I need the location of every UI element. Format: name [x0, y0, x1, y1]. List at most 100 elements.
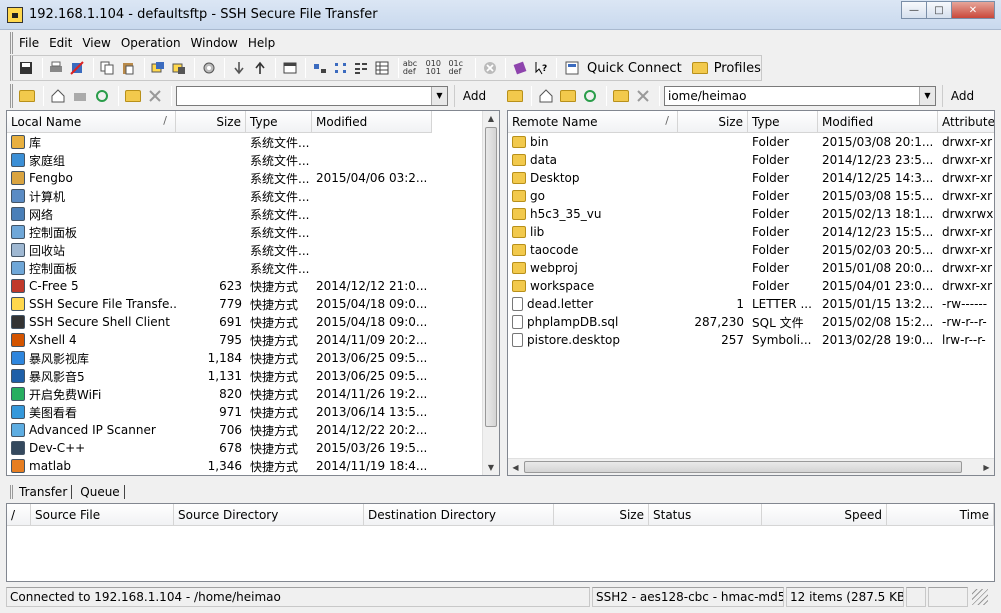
menu-operation[interactable]: Operation [121, 36, 181, 50]
chevron-down-icon[interactable]: ▼ [919, 87, 935, 105]
small-icons-icon[interactable] [331, 58, 350, 78]
table-row[interactable]: 美图看看 971 快捷方式 2013/06/14 13:5... [7, 403, 432, 421]
scroll-left-icon[interactable]: ◀ [508, 459, 523, 475]
pane-splitter[interactable] [500, 110, 507, 476]
table-row[interactable]: webproj Folder 2015/01/08 20:0... drwxr-xr [508, 259, 994, 277]
table-row[interactable]: go Folder 2015/03/08 15:5... drwxr-xr [508, 187, 994, 205]
table-row[interactable]: h5c3_35_vu Folder 2015/02/13 18:1... drwxrw… [508, 205, 994, 223]
remote-refresh-icon[interactable] [580, 86, 600, 106]
minimize-button[interactable]: — [901, 1, 927, 19]
close-button[interactable]: ✕ [951, 1, 995, 19]
queue-col-status[interactable]: Status [649, 504, 762, 526]
binary-mode-icon[interactable]: 010 101 [426, 58, 447, 78]
profiles-button[interactable]: Profiles [691, 61, 761, 76]
local-col-modified[interactable]: Modified [312, 111, 432, 133]
remote-delete-icon[interactable] [633, 86, 653, 106]
remote-add-button[interactable]: Add [942, 85, 982, 107]
table-row[interactable]: 回收站 系统文件... [7, 241, 432, 259]
table-row[interactable]: workspace Folder 2015/04/01 23:0... drwxr-x… [508, 277, 994, 295]
settings-icon[interactable] [199, 58, 218, 78]
resize-grip-icon[interactable] [972, 589, 988, 605]
table-row[interactable]: 开启免费WiFi 820 快捷方式 2014/11/26 19:2... [7, 385, 432, 403]
table-row[interactable]: Advanced IP Scanner 706 快捷方式 2014/12/22 20:… [7, 421, 432, 439]
paste-icon[interactable] [119, 58, 138, 78]
table-row[interactable]: 暴风影视库 1,184 快捷方式 2013/06/25 09:5... [7, 349, 432, 367]
menu-view[interactable]: View [82, 36, 110, 50]
remote-col-modified[interactable]: Modified [818, 111, 938, 133]
local-add-button[interactable]: Add [454, 85, 494, 107]
queue-col-source-file[interactable]: Source File [31, 504, 174, 526]
remote-up-folder-icon[interactable] [558, 86, 578, 106]
upload-icon[interactable] [250, 58, 269, 78]
local-new-folder-icon[interactable] [17, 86, 37, 106]
queue-col-destination-directory[interactable]: Destination Directory [364, 504, 554, 526]
details-view-icon[interactable] [373, 58, 392, 78]
menu-edit[interactable]: Edit [49, 36, 72, 50]
table-row[interactable]: 控制面板 系统文件... [7, 223, 432, 241]
print-icon[interactable] [47, 58, 66, 78]
table-row[interactable]: pistore.desktop 257 Symboli... 2013/02/28 1… [508, 331, 994, 349]
remote-horizontal-scrollbar[interactable]: ◀ ▶ [508, 458, 994, 475]
disconnect-icon[interactable] [68, 58, 87, 78]
help-book-icon[interactable] [510, 58, 529, 78]
local-refresh-icon[interactable] [92, 86, 112, 106]
scroll-thumb[interactable] [485, 127, 497, 427]
table-row[interactable]: SSH Secure File Transfe... 779 快捷方式 2015/04… [7, 295, 432, 313]
remote-col-type[interactable]: Type [748, 111, 818, 133]
new-file-transfer-icon[interactable] [170, 58, 189, 78]
table-row[interactable]: SSH Secure Shell Client 691 快捷方式 2015/04/18… [7, 313, 432, 331]
table-row[interactable]: 网络 系统文件... [7, 205, 432, 223]
remote-new-folder-icon[interactable] [505, 86, 525, 106]
queue-col-time[interactable]: Time [887, 504, 994, 526]
new-terminal-icon[interactable] [149, 58, 168, 78]
table-row[interactable]: 暴风影音5 1,131 快捷方式 2013/06/25 09:5... [7, 367, 432, 385]
transfer-queue-list[interactable]: / Source File Source Directory Destinati… [6, 503, 995, 582]
remote-col-name[interactable]: Remote Name / [508, 111, 678, 133]
tab-transfer[interactable]: Transfer [10, 485, 73, 499]
local-up-folder-icon[interactable] [70, 86, 90, 106]
scroll-down-icon[interactable]: ▼ [483, 460, 499, 475]
table-row[interactable]: Desktop Folder 2014/12/25 14:3... drwxr-xr [508, 169, 994, 187]
download-icon[interactable] [229, 58, 248, 78]
remote-col-size[interactable]: Size [678, 111, 748, 133]
save-icon[interactable] [17, 58, 36, 78]
table-row[interactable]: C-Free 5 623 快捷方式 2014/12/12 21:0... [7, 277, 432, 295]
list-view-icon[interactable] [352, 58, 371, 78]
copy-icon[interactable] [98, 58, 117, 78]
large-icons-icon[interactable] [310, 58, 329, 78]
menu-window[interactable]: Window [191, 36, 238, 50]
table-row[interactable]: 库 系统文件... [7, 133, 432, 151]
ascii-mode-icon[interactable]: abc def [403, 58, 424, 78]
queue-col-size[interactable]: Size [554, 504, 649, 526]
auto-mode-icon[interactable]: 01c def [448, 58, 469, 78]
table-row[interactable]: lib Folder 2014/12/23 15:5... drwxr-xr [508, 223, 994, 241]
remote-home-icon[interactable] [536, 86, 556, 106]
table-row[interactable]: 计算机 系统文件... [7, 187, 432, 205]
table-row[interactable]: Xshell 4 795 快捷方式 2014/11/09 20:2... [7, 331, 432, 349]
table-row[interactable]: 家庭组 系统文件... [7, 151, 432, 169]
table-row[interactable]: data Folder 2014/12/23 23:5... drwxr-xr [508, 151, 994, 169]
local-vertical-scrollbar[interactable]: ▲ ▼ [482, 111, 499, 475]
local-path-input[interactable]: ▼ [176, 86, 448, 106]
table-row[interactable]: 控制面板 系统文件... [7, 259, 432, 277]
local-col-size[interactable]: Size [176, 111, 246, 133]
scroll-up-icon[interactable]: ▲ [483, 111, 499, 126]
remote-path-input[interactable]: iome/heimao ▼ [664, 86, 936, 106]
context-help-icon[interactable]: ? [531, 58, 550, 78]
table-row[interactable]: dead.letter 1 LETTER ... 2015/01/15 13:2...… [508, 295, 994, 313]
remote-file-list[interactable]: Remote Name / Size Type Modified Attribut… [507, 110, 995, 476]
table-row[interactable]: phplampDB.sql 287,230 SQL 文件 2015/02/08 15:… [508, 313, 994, 331]
queue-col-direction[interactable]: / [7, 504, 31, 526]
table-row[interactable]: Dev-C++ 678 快捷方式 2015/03/26 19:5... [7, 439, 432, 457]
queue-col-speed[interactable]: Speed [762, 504, 887, 526]
table-row[interactable]: Fengbo 系统文件... 2015/04/06 03:2... [7, 169, 432, 187]
table-row[interactable]: bin Folder 2015/03/08 20:1... drwxr-xr [508, 133, 994, 151]
chevron-down-icon[interactable]: ▼ [431, 87, 447, 105]
local-delete-icon[interactable] [145, 86, 165, 106]
local-create-folder-icon[interactable] [123, 86, 143, 106]
menu-help[interactable]: Help [248, 36, 275, 50]
remote-col-attributes[interactable]: Attributes [938, 111, 994, 133]
menu-file[interactable]: File [19, 36, 39, 50]
maximize-button[interactable]: □ [926, 1, 952, 19]
local-home-icon[interactable] [48, 86, 68, 106]
